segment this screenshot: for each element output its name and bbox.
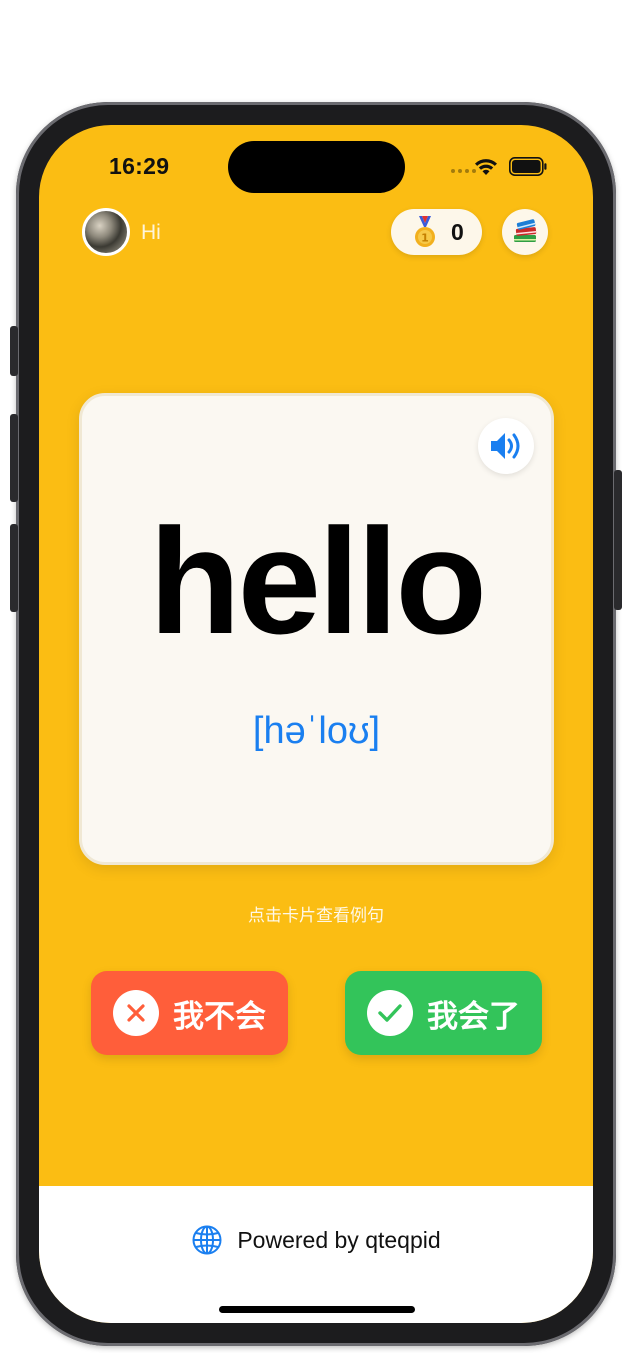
speaker-icon bbox=[491, 433, 520, 459]
word-card[interactable]: hello [həˈloʊ] bbox=[79, 393, 554, 865]
svg-text:1: 1 bbox=[421, 232, 429, 245]
word-text: hello bbox=[148, 497, 487, 665]
volume-up-button bbox=[10, 414, 18, 502]
app-screen: 16:29 Hi 1 0 hello [həˈloʊ] 点击卡片查看例句 我不会… bbox=[39, 125, 593, 1323]
globe-icon bbox=[192, 1225, 222, 1255]
check-icon bbox=[367, 990, 413, 1036]
action-button bbox=[10, 326, 18, 376]
home-indicator[interactable] bbox=[219, 1306, 415, 1313]
volume-down-button bbox=[10, 524, 18, 612]
close-icon bbox=[113, 990, 159, 1036]
wifi-icon bbox=[475, 159, 497, 175]
battery-icon bbox=[509, 157, 547, 176]
footer: Powered by qteqpid bbox=[39, 1186, 593, 1323]
power-button bbox=[614, 470, 622, 610]
know-button[interactable]: 我会了 bbox=[345, 971, 542, 1055]
books-icon bbox=[514, 219, 537, 242]
know-label: 我会了 bbox=[427, 998, 520, 1034]
dont-know-label: 我不会 bbox=[173, 998, 266, 1034]
greeting-text: Hi bbox=[141, 221, 161, 244]
wordbook-button[interactable] bbox=[502, 209, 548, 255]
pronounce-button[interactable] bbox=[478, 418, 534, 474]
card-hint: 点击卡片查看例句 bbox=[248, 906, 384, 925]
medal-icon: 1 bbox=[415, 216, 435, 247]
medal-count: 0 bbox=[451, 219, 464, 245]
dynamic-island bbox=[228, 141, 405, 193]
dont-know-button[interactable]: 我不会 bbox=[91, 971, 288, 1055]
user-avatar[interactable] bbox=[82, 208, 130, 256]
medal-count-badge[interactable]: 1 0 bbox=[391, 209, 482, 255]
powered-by-text: Powered by qteqpid bbox=[237, 1226, 441, 1253]
powered-by[interactable]: Powered by qteqpid bbox=[39, 1224, 593, 1256]
status-time: 16:29 bbox=[109, 153, 170, 179]
phonetic-text: [həˈloʊ] bbox=[252, 710, 381, 752]
